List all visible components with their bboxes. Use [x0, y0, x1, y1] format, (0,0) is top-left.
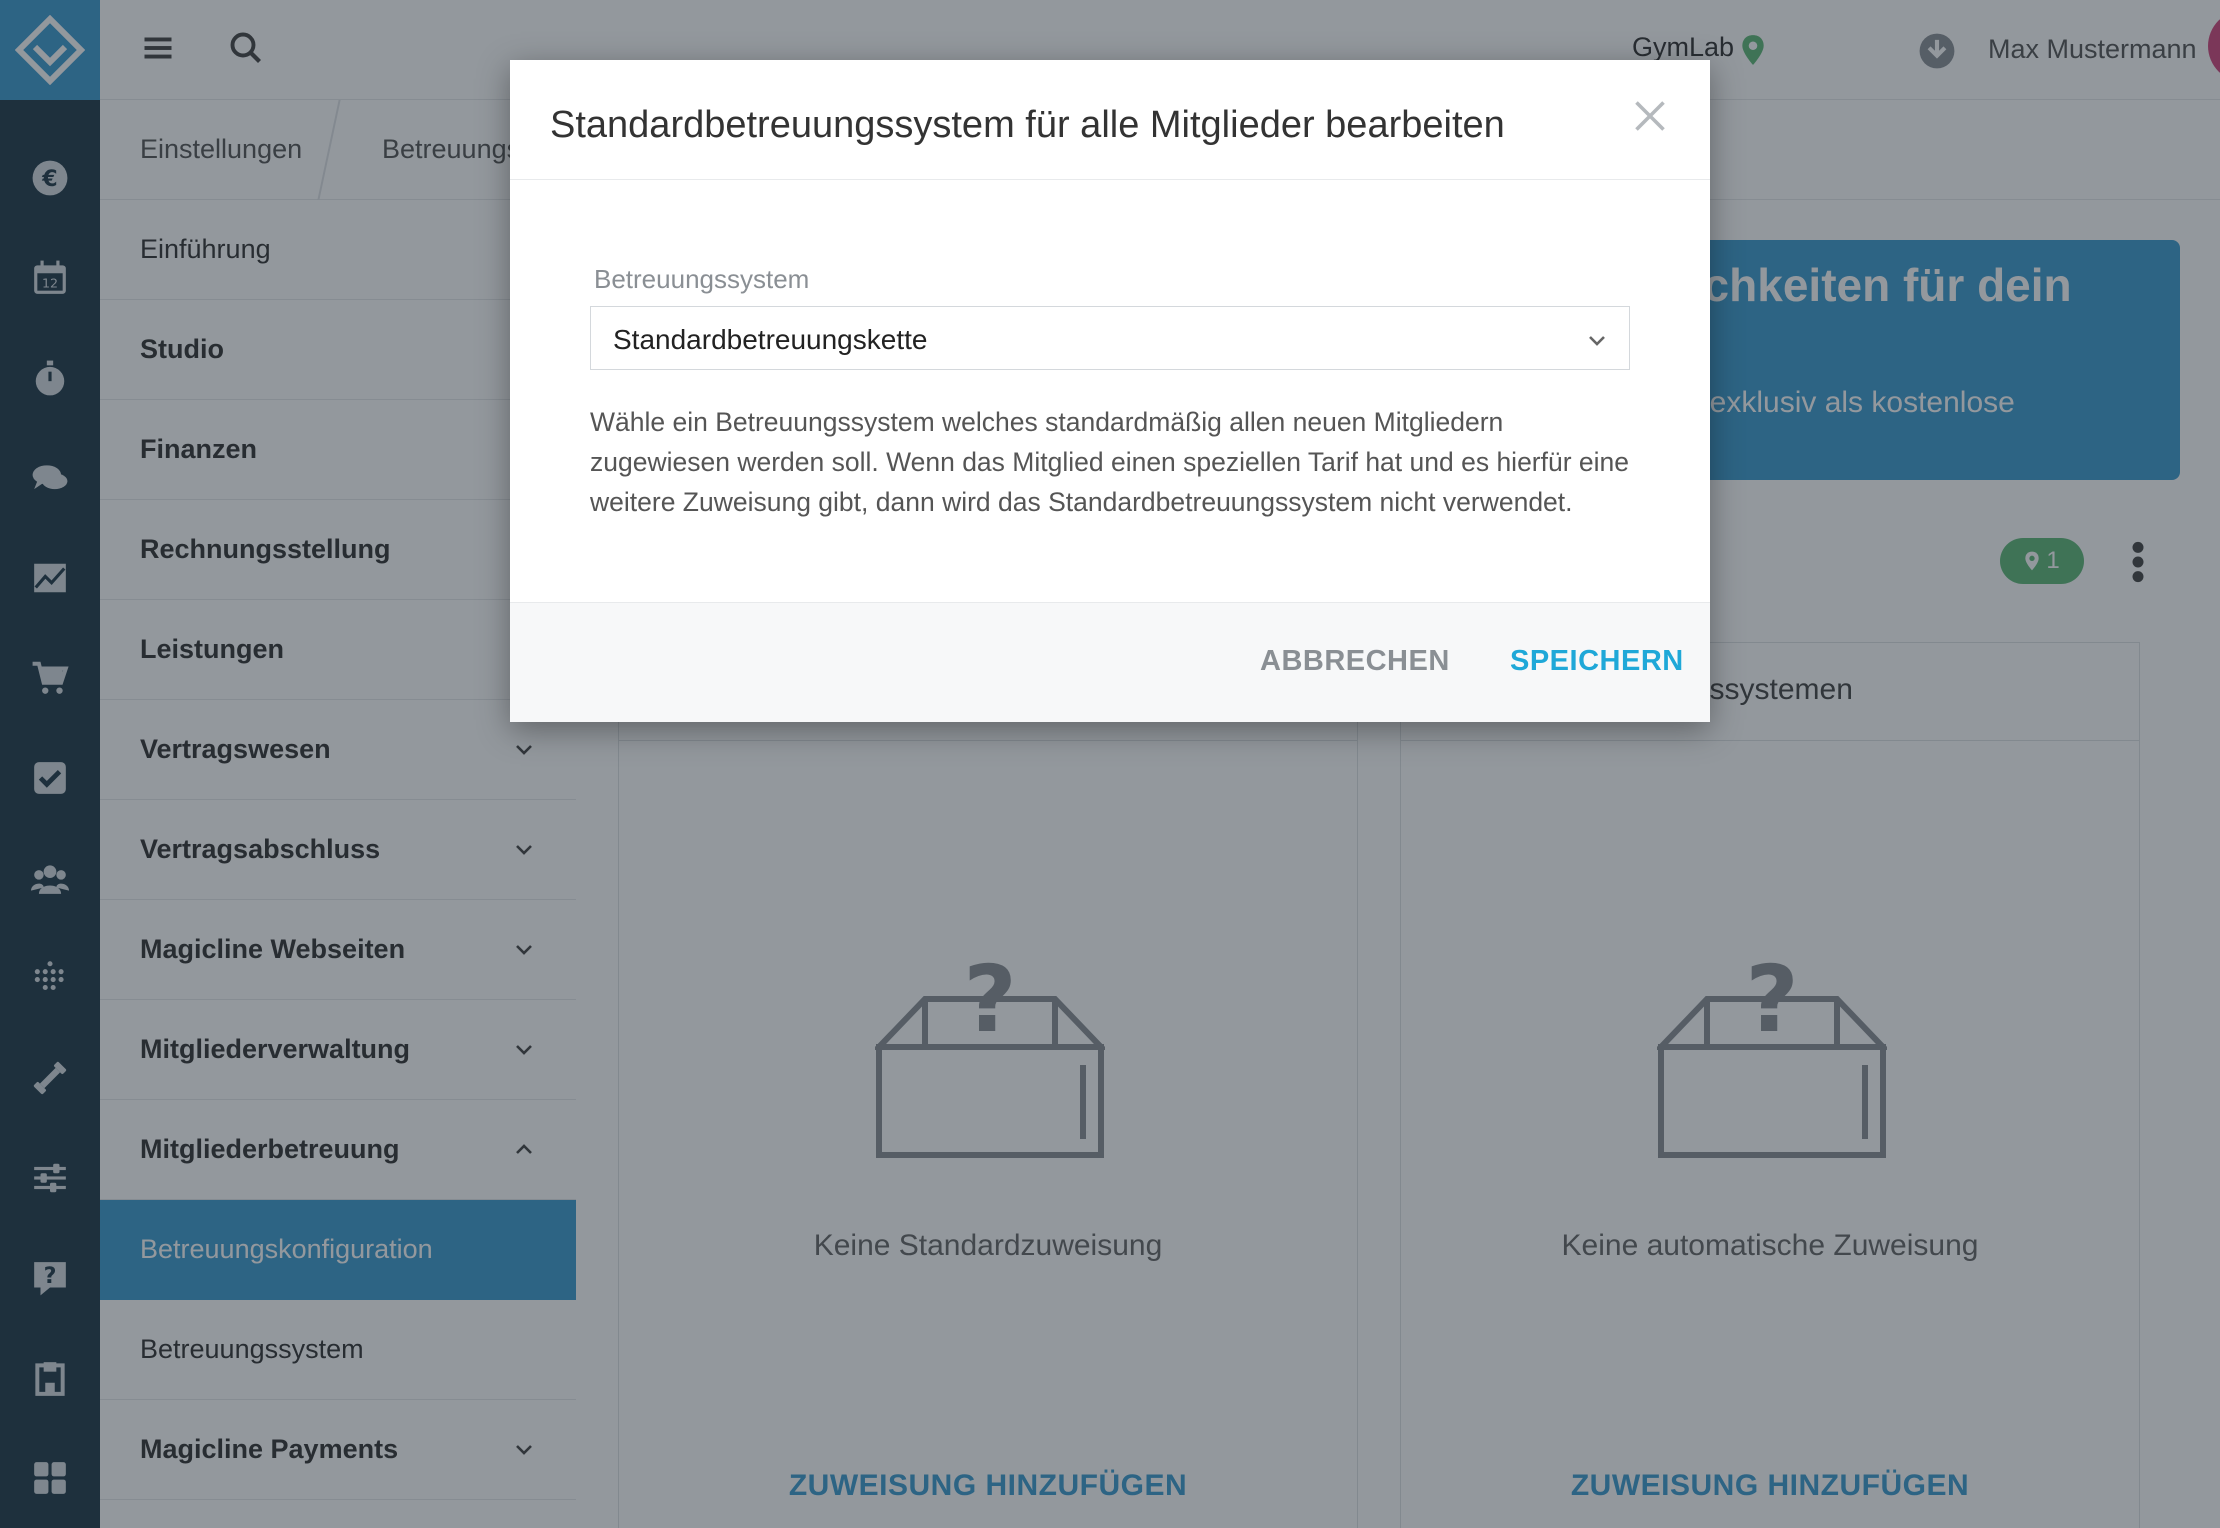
- care-system-selected-value: Standardbetreuungskette: [613, 324, 928, 355]
- close-icon[interactable]: [1632, 98, 1668, 134]
- cancel-button[interactable]: ABBRECHEN: [1260, 645, 1450, 678]
- edit-default-care-system-dialog: Standardbetreuungssystem für alle Mitgli…: [510, 60, 1710, 722]
- modal-description: Wähle ein Betreuungssystem welches stand…: [590, 407, 1630, 517]
- care-system-label: Betreuungssystem: [594, 264, 810, 294]
- modal-title: Standardbetreuungssystem für alle Mitgli…: [550, 104, 1505, 146]
- save-button[interactable]: SPEICHERN: [1510, 645, 1684, 678]
- chevron-down-icon: [1589, 336, 1605, 346]
- care-system-select[interactable]: Standardbetreuungskette: [590, 306, 1630, 370]
- modal-header: Standardbetreuungssystem für alle Mitgli…: [510, 60, 1710, 180]
- modal-footer: ABBRECHEN SPEICHERN: [510, 602, 1710, 722]
